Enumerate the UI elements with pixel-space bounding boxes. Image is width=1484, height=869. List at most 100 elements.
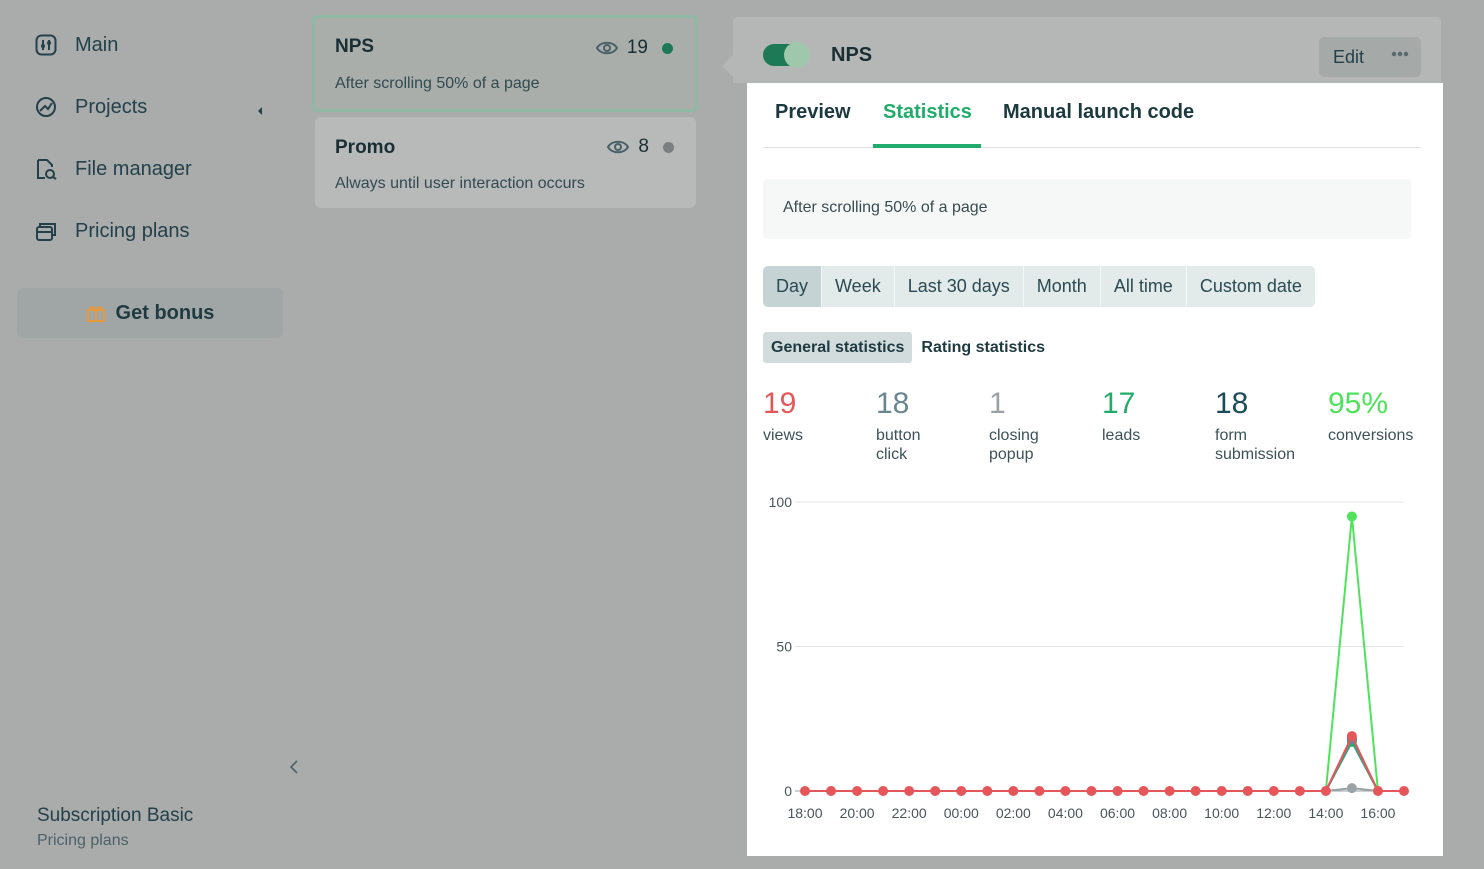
status-dot: [663, 142, 674, 153]
series-line: [805, 516, 1404, 791]
sidebar-item-label: Pricing plans: [75, 220, 190, 243]
period-day-button[interactable]: Day: [763, 266, 822, 307]
data-point: [956, 786, 966, 796]
metric-label: formsubmission: [1215, 426, 1295, 464]
sidebar-item-projects[interactable]: Projects: [34, 91, 274, 123]
sidebar-item-file-manager[interactable]: File manager: [34, 153, 274, 185]
metric-views: 19 views: [763, 386, 803, 445]
get-bonus-button[interactable]: Get bonus: [17, 288, 283, 338]
x-tick-label: 10:00: [1204, 805, 1239, 821]
series-line: [805, 739, 1404, 791]
popup-active-toggle[interactable]: [763, 44, 809, 66]
data-point: [1269, 786, 1279, 796]
tab-general-statistics[interactable]: General statistics: [763, 332, 912, 363]
data-point: [826, 786, 836, 796]
x-tick-label: 04:00: [1048, 805, 1083, 821]
metric-label: conversions: [1328, 426, 1413, 445]
popup-description: After scrolling 50% of a page: [335, 75, 540, 93]
period-week-button[interactable]: Week: [822, 266, 895, 307]
popup-title: NPS: [335, 36, 374, 58]
statistics-type-tabs: General statistics Rating statistics: [763, 332, 1045, 363]
metric-value: 17: [1102, 386, 1140, 422]
subscription-title: Subscription Basic: [37, 805, 193, 827]
status-dot: [662, 43, 673, 54]
views-count: 19: [627, 37, 648, 59]
series-line: [805, 742, 1404, 791]
card-stack-icon: [34, 219, 58, 243]
gift-icon: [86, 303, 106, 323]
metric-value: 18: [1215, 386, 1295, 422]
x-tick-label: 08:00: [1152, 805, 1187, 821]
sidebar-item-label: Main: [75, 34, 118, 57]
data-point: [1165, 786, 1175, 796]
eye-icon: [596, 41, 618, 55]
panel-header: NPS Edit: [733, 17, 1441, 83]
period-last-30-days-button[interactable]: Last 30 days: [895, 266, 1024, 307]
more-options-icon[interactable]: [1391, 51, 1409, 57]
data-point: [1347, 731, 1357, 741]
sidebar-item-pricing-plans[interactable]: Pricing plans: [34, 215, 274, 247]
dashboard-icon: [34, 33, 58, 57]
popup-card-promo[interactable]: Promo 8 Always until user interaction oc…: [315, 117, 696, 208]
data-point: [1217, 786, 1227, 796]
period-selector: Day Week Last 30 days Month All time Cus…: [763, 266, 1315, 307]
popup-card-nps[interactable]: NPS 19 After scrolling 50% of a page: [312, 15, 698, 112]
sidebar-item-main[interactable]: Main: [34, 29, 274, 61]
sidebar: Main Projects File manager Pricing plans…: [0, 0, 300, 869]
data-point: [1399, 786, 1409, 796]
panel-pointer: [722, 55, 733, 77]
panel-title: NPS: [831, 44, 872, 67]
data-point: [852, 786, 862, 796]
data-point: [878, 786, 888, 796]
data-point: [1139, 786, 1149, 796]
period-custom-date-button[interactable]: Custom date: [1187, 266, 1315, 307]
data-point: [1034, 786, 1044, 796]
popup-description: Always until user interaction occurs: [335, 175, 585, 193]
data-point: [904, 786, 914, 796]
active-tab-indicator: [873, 144, 981, 148]
pricing-plans-link[interactable]: Pricing plans: [37, 832, 129, 850]
x-tick-label: 12:00: [1256, 805, 1291, 821]
data-point: [1347, 511, 1357, 521]
period-all-time-button[interactable]: All time: [1101, 266, 1187, 307]
caret-left-icon: [256, 100, 264, 123]
metric-value: 1: [989, 386, 1039, 422]
metric-leads: 17 leads: [1102, 386, 1140, 445]
tab-manual-launch-code[interactable]: Manual launch code: [1003, 101, 1194, 124]
metric-label: buttonclick: [876, 426, 920, 464]
popup-title: Promo: [335, 137, 395, 159]
y-tick-label: 50: [776, 639, 792, 655]
tab-statistics[interactable]: Statistics: [883, 101, 972, 124]
collapse-sidebar-button[interactable]: [284, 756, 304, 778]
x-tick-label: 22:00: [892, 805, 927, 821]
data-point: [1243, 786, 1253, 796]
metric-value: 19: [763, 386, 803, 422]
metric-form-submission: 18 formsubmission: [1215, 386, 1295, 464]
data-point: [1347, 783, 1357, 793]
period-month-button[interactable]: Month: [1024, 266, 1101, 307]
y-tick-label: 0: [784, 783, 792, 799]
metric-closing-popup: 1 closingpopup: [989, 386, 1039, 464]
views-count: 8: [638, 136, 649, 158]
get-bonus-label: Get bonus: [116, 302, 215, 325]
statistics-line-chart: 05010018:0020:0022:0000:0002:0004:0006:0…: [747, 483, 1443, 853]
tab-preview[interactable]: Preview: [775, 101, 851, 124]
x-tick-label: 14:00: [1308, 805, 1343, 821]
data-point: [1295, 786, 1305, 796]
data-point: [1373, 786, 1383, 796]
x-tick-label: 02:00: [996, 805, 1031, 821]
edit-button[interactable]: Edit: [1319, 37, 1421, 77]
metric-label: closingpopup: [989, 426, 1039, 464]
metric-label: leads: [1102, 426, 1140, 445]
data-point: [1321, 786, 1331, 796]
data-point: [930, 786, 940, 796]
y-tick-label: 100: [769, 494, 793, 510]
sidebar-item-label: File manager: [75, 158, 192, 181]
tab-rating-statistics[interactable]: Rating statistics: [921, 332, 1045, 363]
panel-tabs: Preview Statistics Manual launch code: [763, 83, 1421, 148]
metric-value: 18: [876, 386, 920, 422]
data-point: [1060, 786, 1070, 796]
data-point: [800, 786, 810, 796]
file-manager-icon: [34, 157, 58, 181]
data-point: [1086, 786, 1096, 796]
